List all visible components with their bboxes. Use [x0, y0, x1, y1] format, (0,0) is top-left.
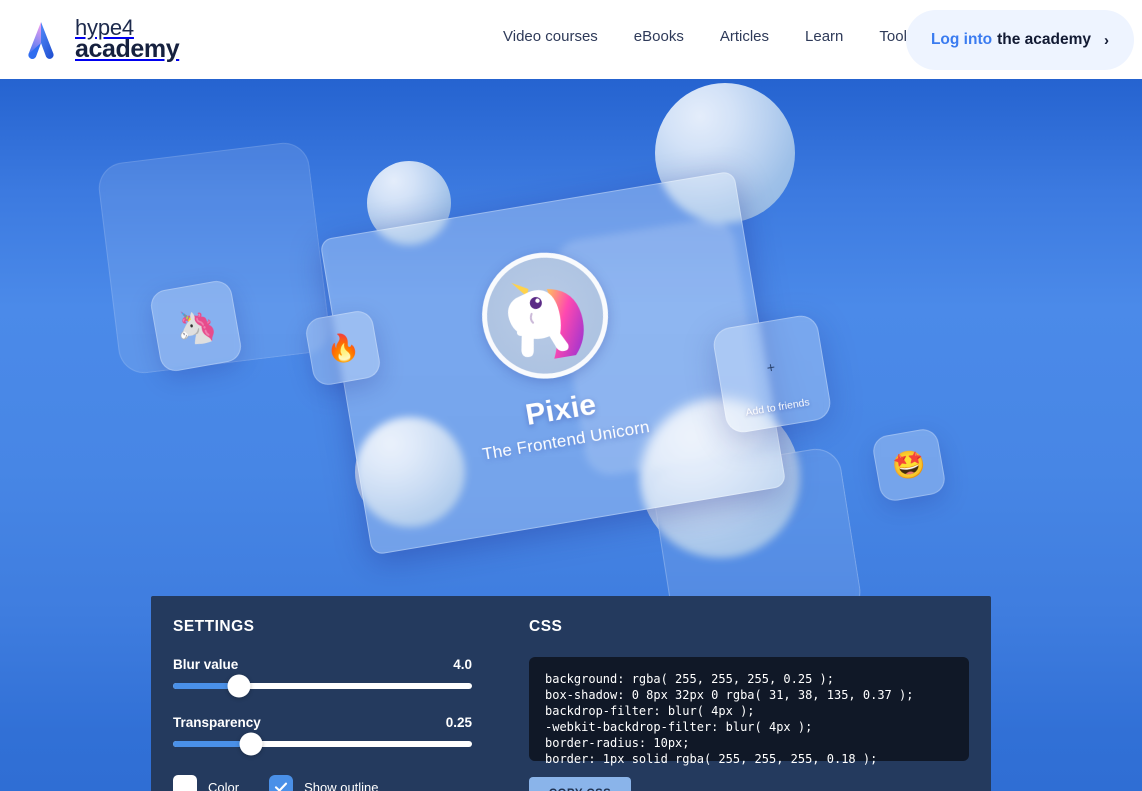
login-button[interactable]: Log into the academy › — [906, 10, 1134, 70]
blur-value-label: Blur value — [173, 657, 239, 672]
generator-tool-panel: SETTINGS Blur value 4.0 Transparency 0.2… — [151, 596, 991, 791]
css-output-column: CSS background: rgba( 255, 255, 255, 0.2… — [523, 596, 991, 791]
show-outline-checkbox[interactable] — [269, 775, 294, 791]
blur-value-readout: 4.0 — [453, 657, 472, 672]
nav-item-learn[interactable]: Learn — [787, 28, 861, 45]
unicorn-avatar-icon — [472, 243, 618, 389]
nav-item-video-courses[interactable]: Video courses — [503, 28, 616, 45]
copy-css-button[interactable]: COPY CSS — [529, 777, 631, 791]
settings-column: SETTINGS Blur value 4.0 Transparency 0.2… — [151, 596, 523, 791]
add-to-friends-label: Add to friends — [744, 396, 811, 419]
transparency-readout: 0.25 — [445, 715, 472, 730]
transparency-label: Transparency — [173, 715, 261, 730]
unicorn-emoji-icon: 🦄 — [172, 304, 220, 348]
blur-value-slider-thumb[interactable] — [227, 674, 251, 698]
transparency-slider[interactable] — [173, 732, 472, 756]
blur-value-slider-row: Blur value 4.0 — [173, 657, 523, 698]
unicorn-emoji-tile[interactable]: 🦄 — [148, 278, 244, 374]
css-heading: CSS — [529, 618, 563, 635]
nav-item-articles[interactable]: Articles — [702, 28, 787, 45]
hero-section: Pixie The Frontend Unicorn + Add to frie… — [0, 79, 1142, 791]
transparency-slider-row: Transparency 0.25 — [173, 715, 523, 756]
settings-heading: SETTINGS — [173, 618, 255, 635]
brand-logo[interactable]: hype4 academy — [18, 16, 180, 63]
transparency-slider-thumb[interactable] — [239, 732, 263, 756]
hype4-a-logo-icon — [18, 17, 64, 63]
fire-emoji-icon: 🔥 — [323, 329, 363, 366]
options-row: Color Show outline — [173, 775, 523, 791]
plus-icon: + — [765, 358, 777, 376]
blur-value-slider[interactable] — [173, 674, 472, 698]
brand-line-academy: academy — [75, 34, 180, 63]
star-struck-emoji-tile[interactable]: 🤩 — [870, 426, 948, 504]
check-icon — [275, 782, 288, 791]
color-option-label: Color — [208, 779, 240, 791]
add-to-friends-card[interactable]: + Add to friends — [710, 312, 834, 436]
color-swatch-picker[interactable] — [173, 775, 197, 791]
site-header: hype4 academy Video courses eBooks Artic… — [0, 0, 1142, 79]
login-accent-text: Log into — [930, 31, 993, 48]
star-struck-emoji-icon: 🤩 — [889, 446, 929, 483]
css-code-text: background: rgba( 255, 255, 255, 0.25 );… — [545, 672, 914, 766]
nav-item-ebooks[interactable]: eBooks — [616, 28, 702, 45]
main-navigation: Video courses eBooks Articles Learn Tool… — [503, 28, 932, 45]
chevron-right-icon: › — [1104, 31, 1110, 49]
css-code-box[interactable]: background: rgba( 255, 255, 255, 0.25 );… — [529, 657, 969, 766]
show-outline-label: Show outline — [304, 779, 379, 791]
fire-emoji-tile[interactable]: 🔥 — [303, 308, 383, 388]
login-rest-text: the academy — [997, 31, 1092, 48]
